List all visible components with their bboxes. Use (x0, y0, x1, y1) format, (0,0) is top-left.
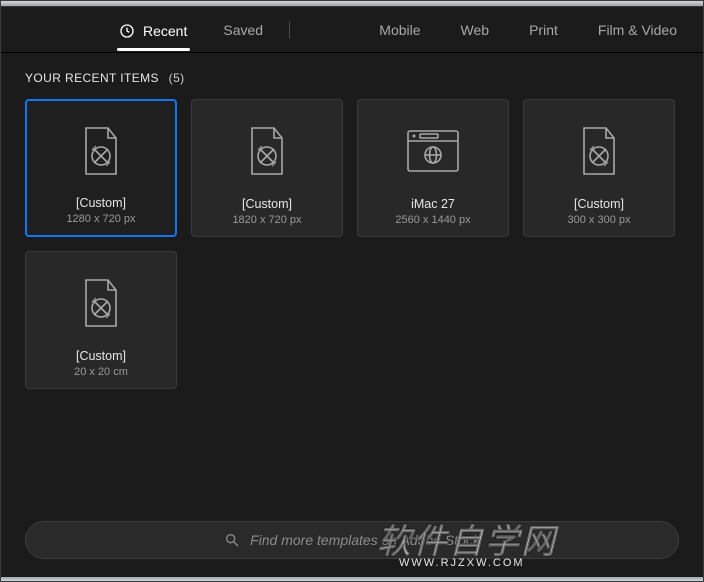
section-header: YOUR RECENT ITEMS (5) (1, 53, 703, 95)
tab-web-label: Web (461, 7, 490, 53)
preset-dimensions: 1280 x 720 px (66, 213, 135, 225)
tab-filmvideo-label: Film & Video (598, 7, 677, 53)
document-icon (246, 108, 288, 193)
tab-web[interactable]: Web (455, 7, 496, 53)
tab-print-label: Print (529, 7, 558, 53)
preset-dimensions: 1820 x 720 px (232, 214, 301, 226)
tab-recent-underline (117, 48, 190, 51)
preset-card[interactable]: [Custom] 300 x 300 px (523, 99, 675, 237)
preset-card[interactable]: [Custom] 20 x 20 cm (25, 251, 177, 389)
preset-label: [Custom] (76, 349, 126, 363)
tab-mobile[interactable]: Mobile (373, 7, 426, 53)
browser-icon (406, 108, 460, 193)
window-bottom-frame (1, 577, 703, 581)
preset-dimensions: 20 x 20 cm (74, 366, 128, 378)
tab-saved[interactable]: Saved (205, 7, 281, 53)
preset-label: iMac 27 (411, 197, 455, 211)
tab-mobile-label: Mobile (379, 7, 420, 53)
recent-icon (119, 23, 135, 39)
preset-dimensions: 300 x 300 px (568, 214, 631, 226)
tab-group-categories: Mobile Web Print Film & Video (373, 7, 693, 53)
preset-label: [Custom] (76, 196, 126, 210)
preset-grid: [Custom] 1280 x 720 px [Custom] 1820 x 720… (1, 95, 703, 413)
document-icon (80, 260, 122, 345)
preset-card[interactable]: [Custom] 1280 x 720 px (25, 99, 177, 237)
document-icon (578, 108, 620, 193)
tab-filmvideo[interactable]: Film & Video (592, 7, 683, 53)
tab-recent-wrap: Recent (101, 8, 205, 51)
category-tabs: Recent Saved Mobile Web Print Film & Vid… (1, 7, 703, 53)
preset-dimensions: 2560 x 1440 px (395, 214, 470, 226)
tab-saved-label: Saved (223, 7, 263, 53)
preset-card[interactable]: iMac 27 2560 x 1440 px (357, 99, 509, 237)
section-count: (5) (169, 71, 185, 85)
tab-print[interactable]: Print (523, 7, 564, 53)
tab-separator (289, 21, 290, 39)
preset-label: [Custom] (242, 197, 292, 211)
preset-label: [Custom] (574, 197, 624, 211)
section-title: YOUR RECENT ITEMS (25, 71, 159, 85)
search-bar[interactable]: Find more templates on Adobe Stock (25, 521, 679, 559)
preset-card[interactable]: [Custom] 1820 x 720 px (191, 99, 343, 237)
document-icon (80, 109, 122, 192)
search-icon (224, 532, 240, 548)
search-placeholder: Find more templates on Adobe Stock (250, 532, 480, 548)
